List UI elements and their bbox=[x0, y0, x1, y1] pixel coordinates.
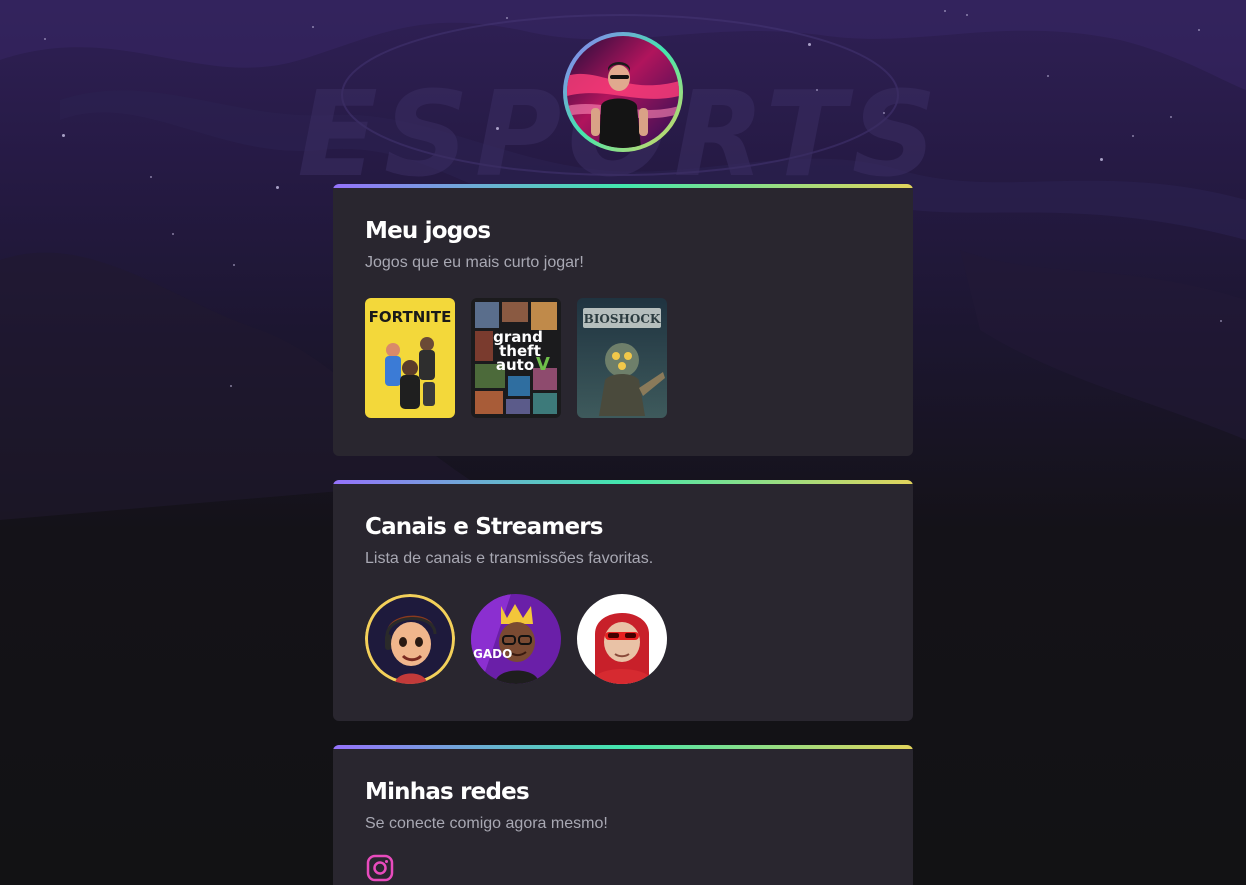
streamers-list: GADO bbox=[365, 594, 881, 684]
profile-avatar bbox=[563, 32, 683, 152]
streamers-title: Canais e Streamers bbox=[365, 514, 604, 540]
game-cover-fortnite[interactable]: FORTNITE bbox=[365, 298, 455, 418]
game-cover-bioshock[interactable]: BIOSHOCK bbox=[577, 298, 667, 418]
svg-text:auto: auto bbox=[496, 356, 534, 374]
games-card: Meu jogos Jogos que eu mais curto jogar!… bbox=[333, 184, 913, 456]
game-title-fortnite: FORTNITE bbox=[369, 308, 452, 326]
page: ESPORTS bbox=[0, 0, 1246, 885]
streamers-subtitle: Lista de canais e transmissões favoritas… bbox=[365, 550, 654, 567]
streamer-avatar-1[interactable] bbox=[365, 594, 455, 684]
game-title-bioshock: BIOSHOCK bbox=[584, 312, 661, 326]
svg-text:V: V bbox=[536, 354, 550, 375]
streamer-avatar-3[interactable] bbox=[577, 594, 667, 684]
instagram-icon[interactable] bbox=[365, 853, 395, 883]
social-title: Minhas redes bbox=[365, 779, 530, 805]
streamer-badge-text: GADO bbox=[473, 647, 512, 661]
streamer-avatar-2[interactable]: GADO bbox=[471, 594, 561, 684]
social-card: Minhas redes Se conecte comigo agora mes… bbox=[333, 745, 913, 885]
profile-photo bbox=[567, 36, 679, 148]
games-title: Meu jogos bbox=[365, 218, 491, 244]
streamers-card: Canais e Streamers Lista de canais e tra… bbox=[333, 480, 913, 721]
games-list: FORTNITE grand theft auto V BIOSHOCK bbox=[365, 298, 881, 418]
game-cover-gta-v[interactable]: grand theft auto V bbox=[471, 298, 561, 418]
social-subtitle: Se conecte comigo agora mesmo! bbox=[365, 815, 608, 832]
games-subtitle: Jogos que eu mais curto jogar! bbox=[365, 254, 584, 271]
